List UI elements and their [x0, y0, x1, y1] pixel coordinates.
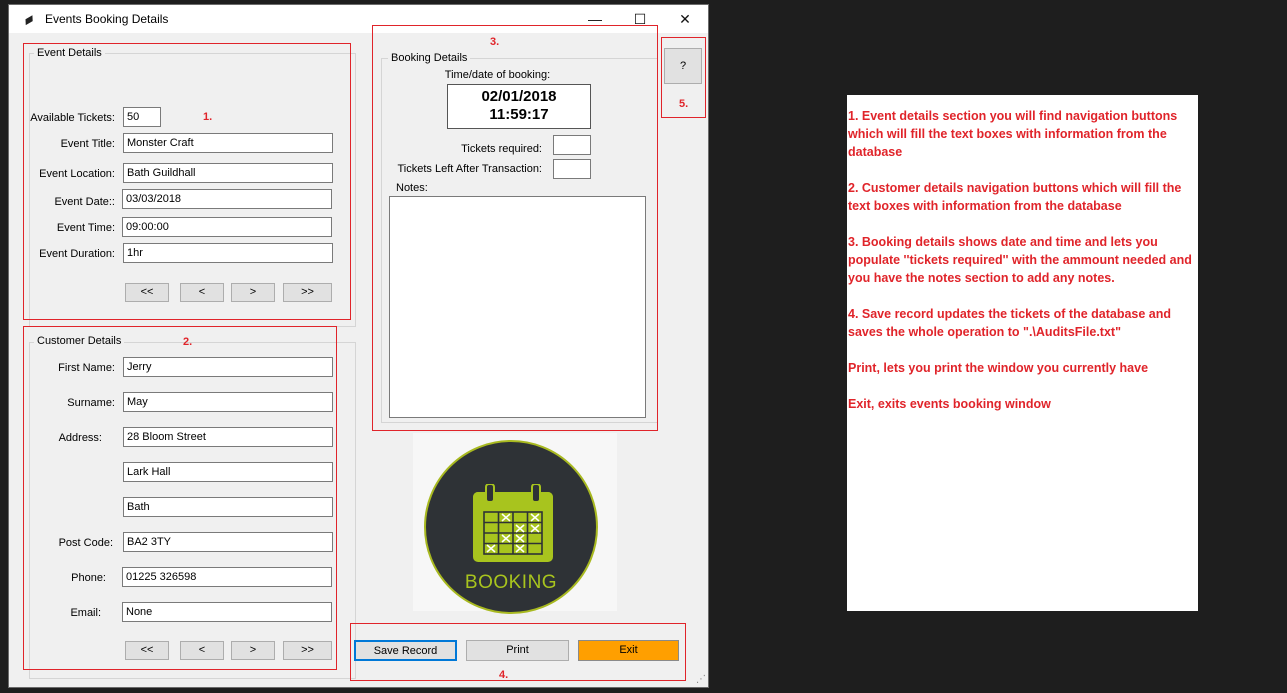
available-tickets-label: Available Tickets: — [30, 112, 115, 124]
ticket-icon: ▰ — [19, 9, 38, 29]
first-name-label: First Name: — [58, 362, 115, 374]
customer-next-button[interactable]: > — [231, 641, 275, 660]
tickets-left-field[interactable] — [553, 159, 591, 179]
postcode-field[interactable]: BA2 3TY — [123, 532, 333, 552]
print-button[interactable]: Print — [466, 640, 569, 661]
close-button[interactable]: ✕ — [662, 5, 708, 33]
postcode-label: Post Code: — [58, 537, 113, 549]
calendar-icon — [473, 484, 553, 562]
event-location-label: Event Location: — [39, 168, 115, 180]
address-line2-field[interactable]: Lark Hall — [123, 462, 333, 482]
notes-label: Notes: — [396, 182, 428, 194]
customer-last-button[interactable]: >> — [283, 641, 332, 660]
address-line1-field[interactable]: 28 Bloom Street — [123, 427, 333, 447]
booking-time: 11:59:17 — [489, 106, 549, 123]
first-name-field[interactable]: Jerry — [123, 357, 333, 377]
customer-first-button[interactable]: << — [125, 641, 169, 660]
phone-field[interactable]: 01225 326598 — [122, 567, 332, 587]
available-tickets-field[interactable]: 50 — [123, 107, 161, 127]
phone-label: Phone: — [71, 572, 106, 584]
event-next-button[interactable]: > — [231, 283, 275, 302]
event-duration-field[interactable]: 1hr — [123, 243, 333, 263]
annotation-note-exit: Exit, exits events booking window — [848, 397, 1051, 411]
time-date-label: Time/date of booking: — [444, 69, 551, 81]
annotation-note-4: 4. Save record updates the tickets of th… — [848, 307, 1172, 339]
annotation-note-2: 2. Customer details navigation buttons w… — [848, 181, 1182, 213]
save-record-button[interactable]: Save Record — [354, 640, 457, 661]
booking-datetime-display: 02/01/2018 11:59:17 — [447, 84, 591, 129]
event-duration-label: Event Duration: — [39, 248, 115, 260]
help-button[interactable]: ? — [664, 48, 702, 84]
annotation-marker-2: 2. — [183, 336, 193, 348]
notes-textarea[interactable] — [389, 196, 646, 418]
booking-logo: BOOKING — [413, 433, 617, 614]
address-line3-field[interactable]: Bath — [123, 497, 333, 517]
annotation-marker-4: 4. — [499, 669, 509, 681]
event-first-button[interactable]: << — [125, 283, 169, 302]
booking-date: 02/01/2018 — [481, 88, 557, 105]
event-time-field[interactable]: 09:00:00 — [122, 217, 332, 237]
annotation-note-print: Print, lets you print the window you cur… — [848, 361, 1149, 375]
annotation-marker-3: 3. — [490, 36, 500, 48]
annotation-marker-5: 5. — [679, 98, 689, 110]
event-date-field[interactable]: 03/03/2018 — [122, 189, 332, 209]
customer-prev-button[interactable]: < — [180, 641, 224, 660]
address-label: Address: — [58, 432, 102, 444]
event-location-field[interactable]: Bath Guildhall — [123, 163, 333, 183]
annotation-note-1: 1. Event details section you will find n… — [848, 109, 1178, 159]
window-title: Events Booking Details — [45, 12, 169, 26]
event-last-button[interactable]: >> — [283, 283, 332, 302]
event-title-field[interactable]: Monster Craft — [123, 133, 333, 153]
event-prev-button[interactable]: < — [180, 283, 224, 302]
annotation-notes-panel: 1. Event details section you will find n… — [847, 95, 1198, 611]
surname-label: Surname: — [67, 397, 115, 409]
resize-grip-icon[interactable]: ⋰ — [696, 674, 706, 685]
event-title-label: Event Title: — [60, 138, 115, 150]
logo-text: BOOKING — [464, 572, 558, 593]
tickets-required-label: Tickets required: — [461, 143, 542, 155]
annotation-note-3: 3. Booking details shows date and time a… — [848, 235, 1192, 285]
email-label: Email: — [70, 607, 101, 619]
surname-field[interactable]: May — [123, 392, 333, 412]
event-date-label: Event Date:: — [54, 196, 115, 208]
annotation-marker-1: 1. — [203, 111, 213, 123]
tickets-left-label: Tickets Left After Transaction: — [397, 163, 543, 175]
exit-button[interactable]: Exit — [578, 640, 679, 661]
events-booking-window: ▰ Events Booking Details — ☐ ✕ Event Det… — [8, 4, 709, 688]
event-time-label: Event Time: — [56, 222, 115, 234]
tickets-required-field[interactable] — [553, 135, 591, 155]
email-field[interactable]: None — [122, 602, 332, 622]
logo-circle: BOOKING — [424, 440, 598, 614]
